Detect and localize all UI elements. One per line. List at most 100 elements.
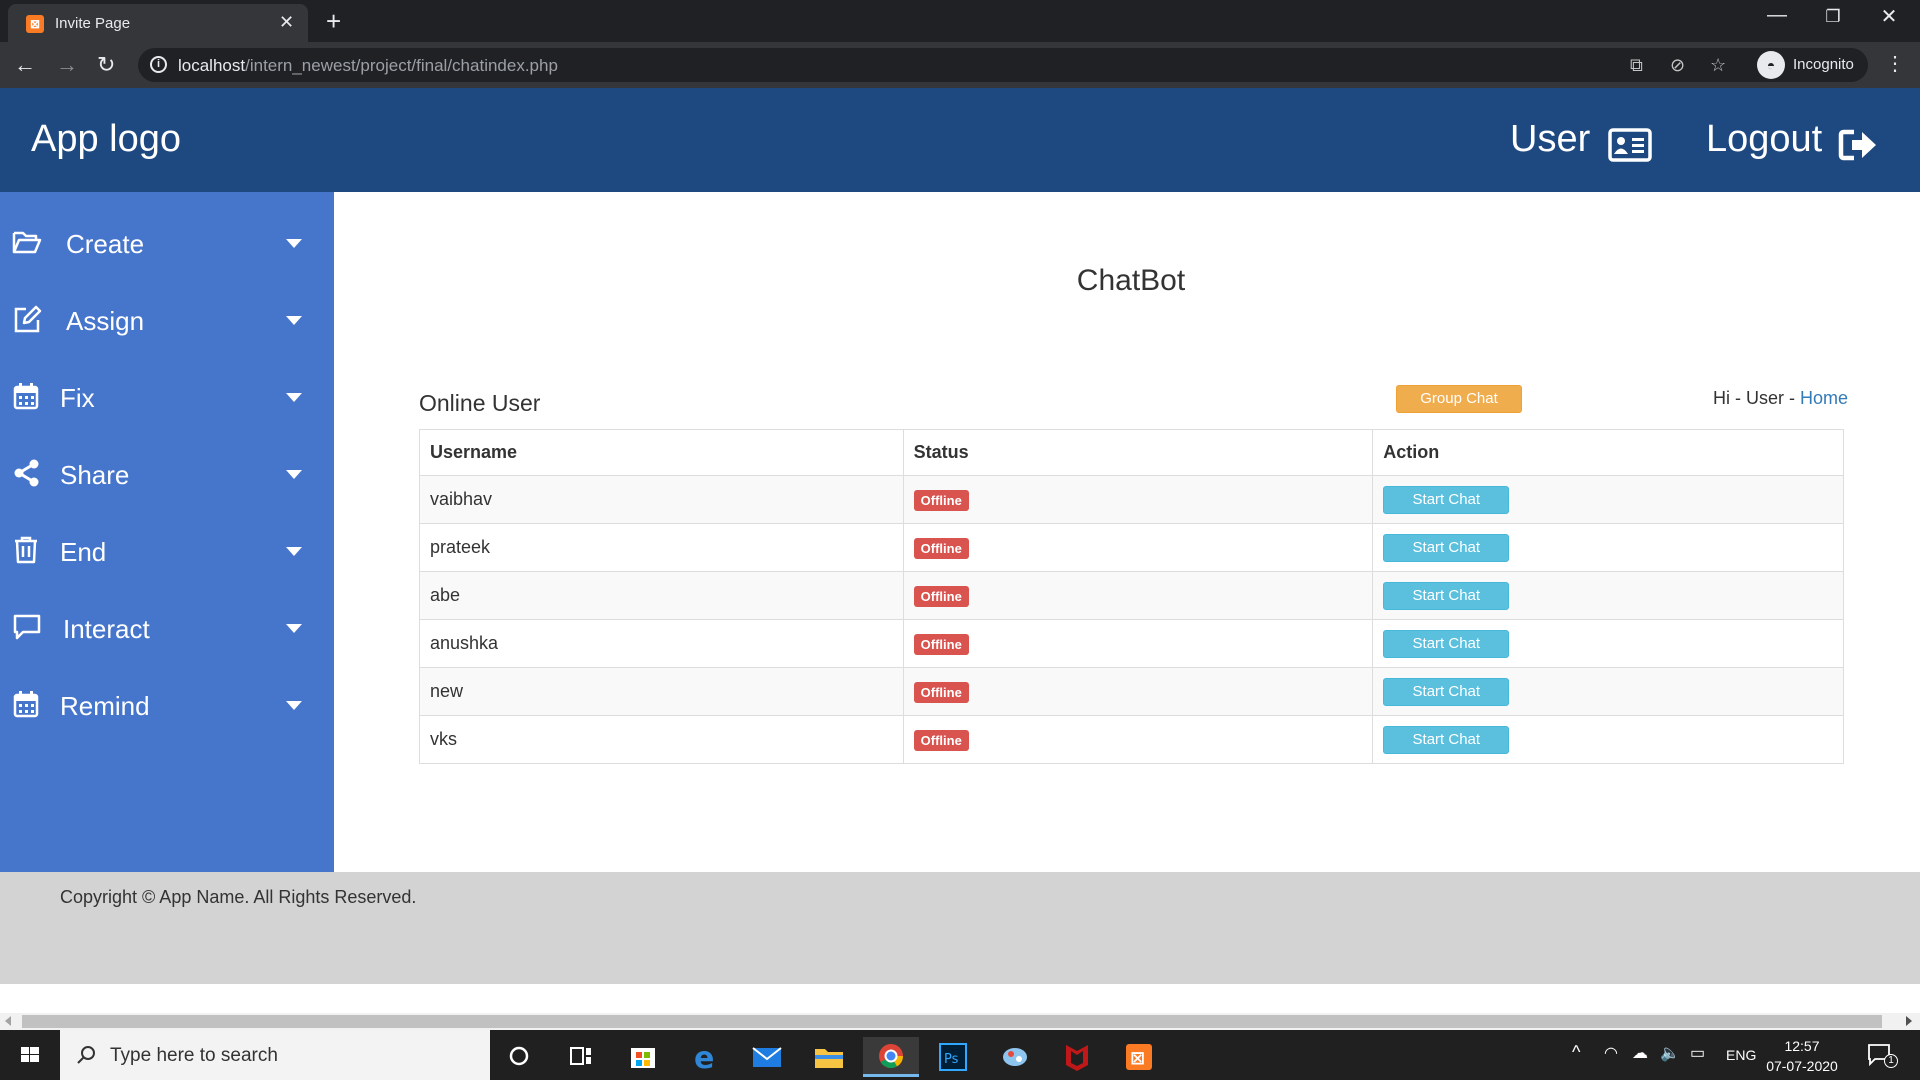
action-cell: Start Chat [1372,715,1844,764]
user-label: User [1510,118,1591,160]
horizontal-scrollbar[interactable] [0,1013,1920,1030]
browser-tab-bar: ⊠ Invite Page ✕ + — ❐ ✕ [0,0,1920,42]
mail-icon[interactable] [739,1037,795,1077]
volume-icon[interactable]: 🔈 [1660,1043,1680,1063]
tracking-blocked-icon[interactable]: ⊘ [1670,55,1685,76]
file-explorer-icon[interactable] [801,1037,857,1077]
browser-menu-icon[interactable]: ⋮ [1885,51,1905,76]
svg-text:Ps: Ps [944,1052,959,1067]
sign-out-icon [1838,129,1876,161]
table-row: abe Offline Start Chat [419,571,1844,620]
status-cell: Offline [902,667,1374,716]
task-view-icon[interactable] [553,1037,609,1077]
forward-icon[interactable]: → [56,52,78,78]
action-cell: Start Chat [1372,619,1844,668]
start-chat-button[interactable]: Start Chat [1383,533,1510,562]
clock-time: 12:57 [1784,1038,1820,1054]
start-chat-button[interactable]: Start Chat [1383,485,1510,514]
column-header-status: Status [902,429,1374,476]
address-bar[interactable]: i localhost/intern_newest/project/final/… [138,48,1868,82]
close-tab-icon[interactable]: ✕ [279,12,294,33]
username-cell: vaibhav [419,475,904,524]
table-row: vaibhav Offline Start Chat [419,475,1844,524]
mcafee-icon[interactable] [1049,1037,1105,1077]
photoshop-icon[interactable]: Ps [925,1037,981,1077]
incognito-profile[interactable]: ◓ Incognito [1755,48,1867,82]
id-card-icon [1608,128,1652,162]
sidebar-item-fix[interactable]: Fix [0,359,334,436]
sidebar-item-label: Create [66,229,145,259]
sidebar-item-label: Interact [63,614,150,644]
scroll-right-icon[interactable] [1906,1016,1912,1026]
chrome-icon[interactable] [863,1037,919,1077]
start-chat-button[interactable]: Start Chat [1383,581,1510,610]
xampp-favicon-icon: ⊠ [26,15,44,33]
edge-browser-icon[interactable]: e [677,1037,733,1077]
logout-link[interactable]: Logout [1706,118,1876,161]
back-icon[interactable]: ← [14,52,36,78]
wifi-icon[interactable]: ◠ [1604,1043,1618,1063]
clock-date: 07-07-2020 [1766,1058,1838,1074]
action-cell: Start Chat [1372,475,1844,524]
battery-icon[interactable]: ▭ [1690,1043,1705,1063]
microsoft-store-icon[interactable] [615,1037,671,1077]
caret-down-icon [286,701,302,710]
new-tab-icon[interactable]: + [326,6,341,37]
xampp-icon[interactable]: ⊠ [1111,1037,1167,1077]
sidebar-item-create[interactable]: Create [0,205,334,282]
action-cell: Start Chat [1372,667,1844,716]
svg-text:e: e [694,1041,714,1076]
action-center-button[interactable]: 1 [1866,1042,1898,1070]
search-placeholder: Type here to search [110,1045,278,1066]
caret-down-icon [286,316,302,325]
sidebar-item-interact[interactable]: Interact [0,590,334,667]
sidebar-item-label: End [60,537,107,567]
app-logo[interactable]: App logo [31,118,181,161]
start-chat-button[interactable]: Start Chat [1383,725,1510,754]
trash-icon [15,536,37,564]
column-header-username: Username [419,429,904,476]
sidebar-item-end[interactable]: End [0,513,334,590]
sidebar-item-remind[interactable]: Remind [0,667,334,744]
sidebar-item-assign[interactable]: Assign [0,282,334,359]
reload-icon[interactable]: ↻ [97,52,115,78]
start-chat-button[interactable]: Start Chat [1383,629,1510,658]
minimize-icon[interactable]: — [1754,4,1800,27]
column-header-action: Action [1372,429,1844,476]
restore-icon[interactable]: ❐ [1810,7,1856,27]
sidebar-item-share[interactable]: Share [0,436,334,513]
paint-3d-icon[interactable] [987,1037,1043,1077]
sidebar-item-label: Fix [60,383,95,413]
show-hidden-icons-icon[interactable]: ^ [1572,1042,1580,1063]
app-header: App logo User Logout [0,88,1920,192]
start-chat-button[interactable]: Start Chat [1383,677,1510,706]
cortana-icon[interactable] [491,1037,547,1077]
calendar-icon [13,691,39,718]
close-window-icon[interactable]: ✕ [1866,4,1912,29]
logout-label: Logout [1706,118,1823,160]
site-info-icon[interactable]: i [150,56,167,73]
user-menu-link[interactable]: User [1510,118,1652,162]
scrollbar-thumb[interactable] [22,1015,1882,1028]
caret-down-icon [286,547,302,556]
language-indicator[interactable]: ENG [1726,1047,1756,1063]
caret-down-icon [286,624,302,633]
sidebar-item-label: Share [60,460,130,490]
home-link[interactable]: Home [1800,388,1848,408]
bookmark-star-icon[interactable]: ☆ [1710,55,1726,76]
system-clock[interactable]: 12:57 07-07-2020 [1760,1036,1844,1076]
search-icon [77,1046,95,1064]
translate-icon[interactable]: ⧉ [1630,55,1643,76]
status-cell: Offline [902,571,1374,620]
status-badge: Offline [913,585,969,607]
username-cell: abe [419,571,904,620]
onedrive-icon[interactable]: ☁ [1632,1043,1648,1063]
url-text[interactable]: localhost/intern_newest/project/final/ch… [178,56,558,76]
scroll-left-icon[interactable] [5,1016,11,1026]
group-chat-button[interactable]: Group Chat [1396,385,1522,413]
start-button[interactable] [0,1030,60,1080]
status-cell: Offline [902,475,1374,524]
taskbar-search[interactable]: Type here to search [60,1030,490,1080]
page-footer: Copyright © App Name. All Rights Reserve… [0,872,1920,984]
browser-tab[interactable]: ⊠ Invite Page ✕ [8,4,308,42]
